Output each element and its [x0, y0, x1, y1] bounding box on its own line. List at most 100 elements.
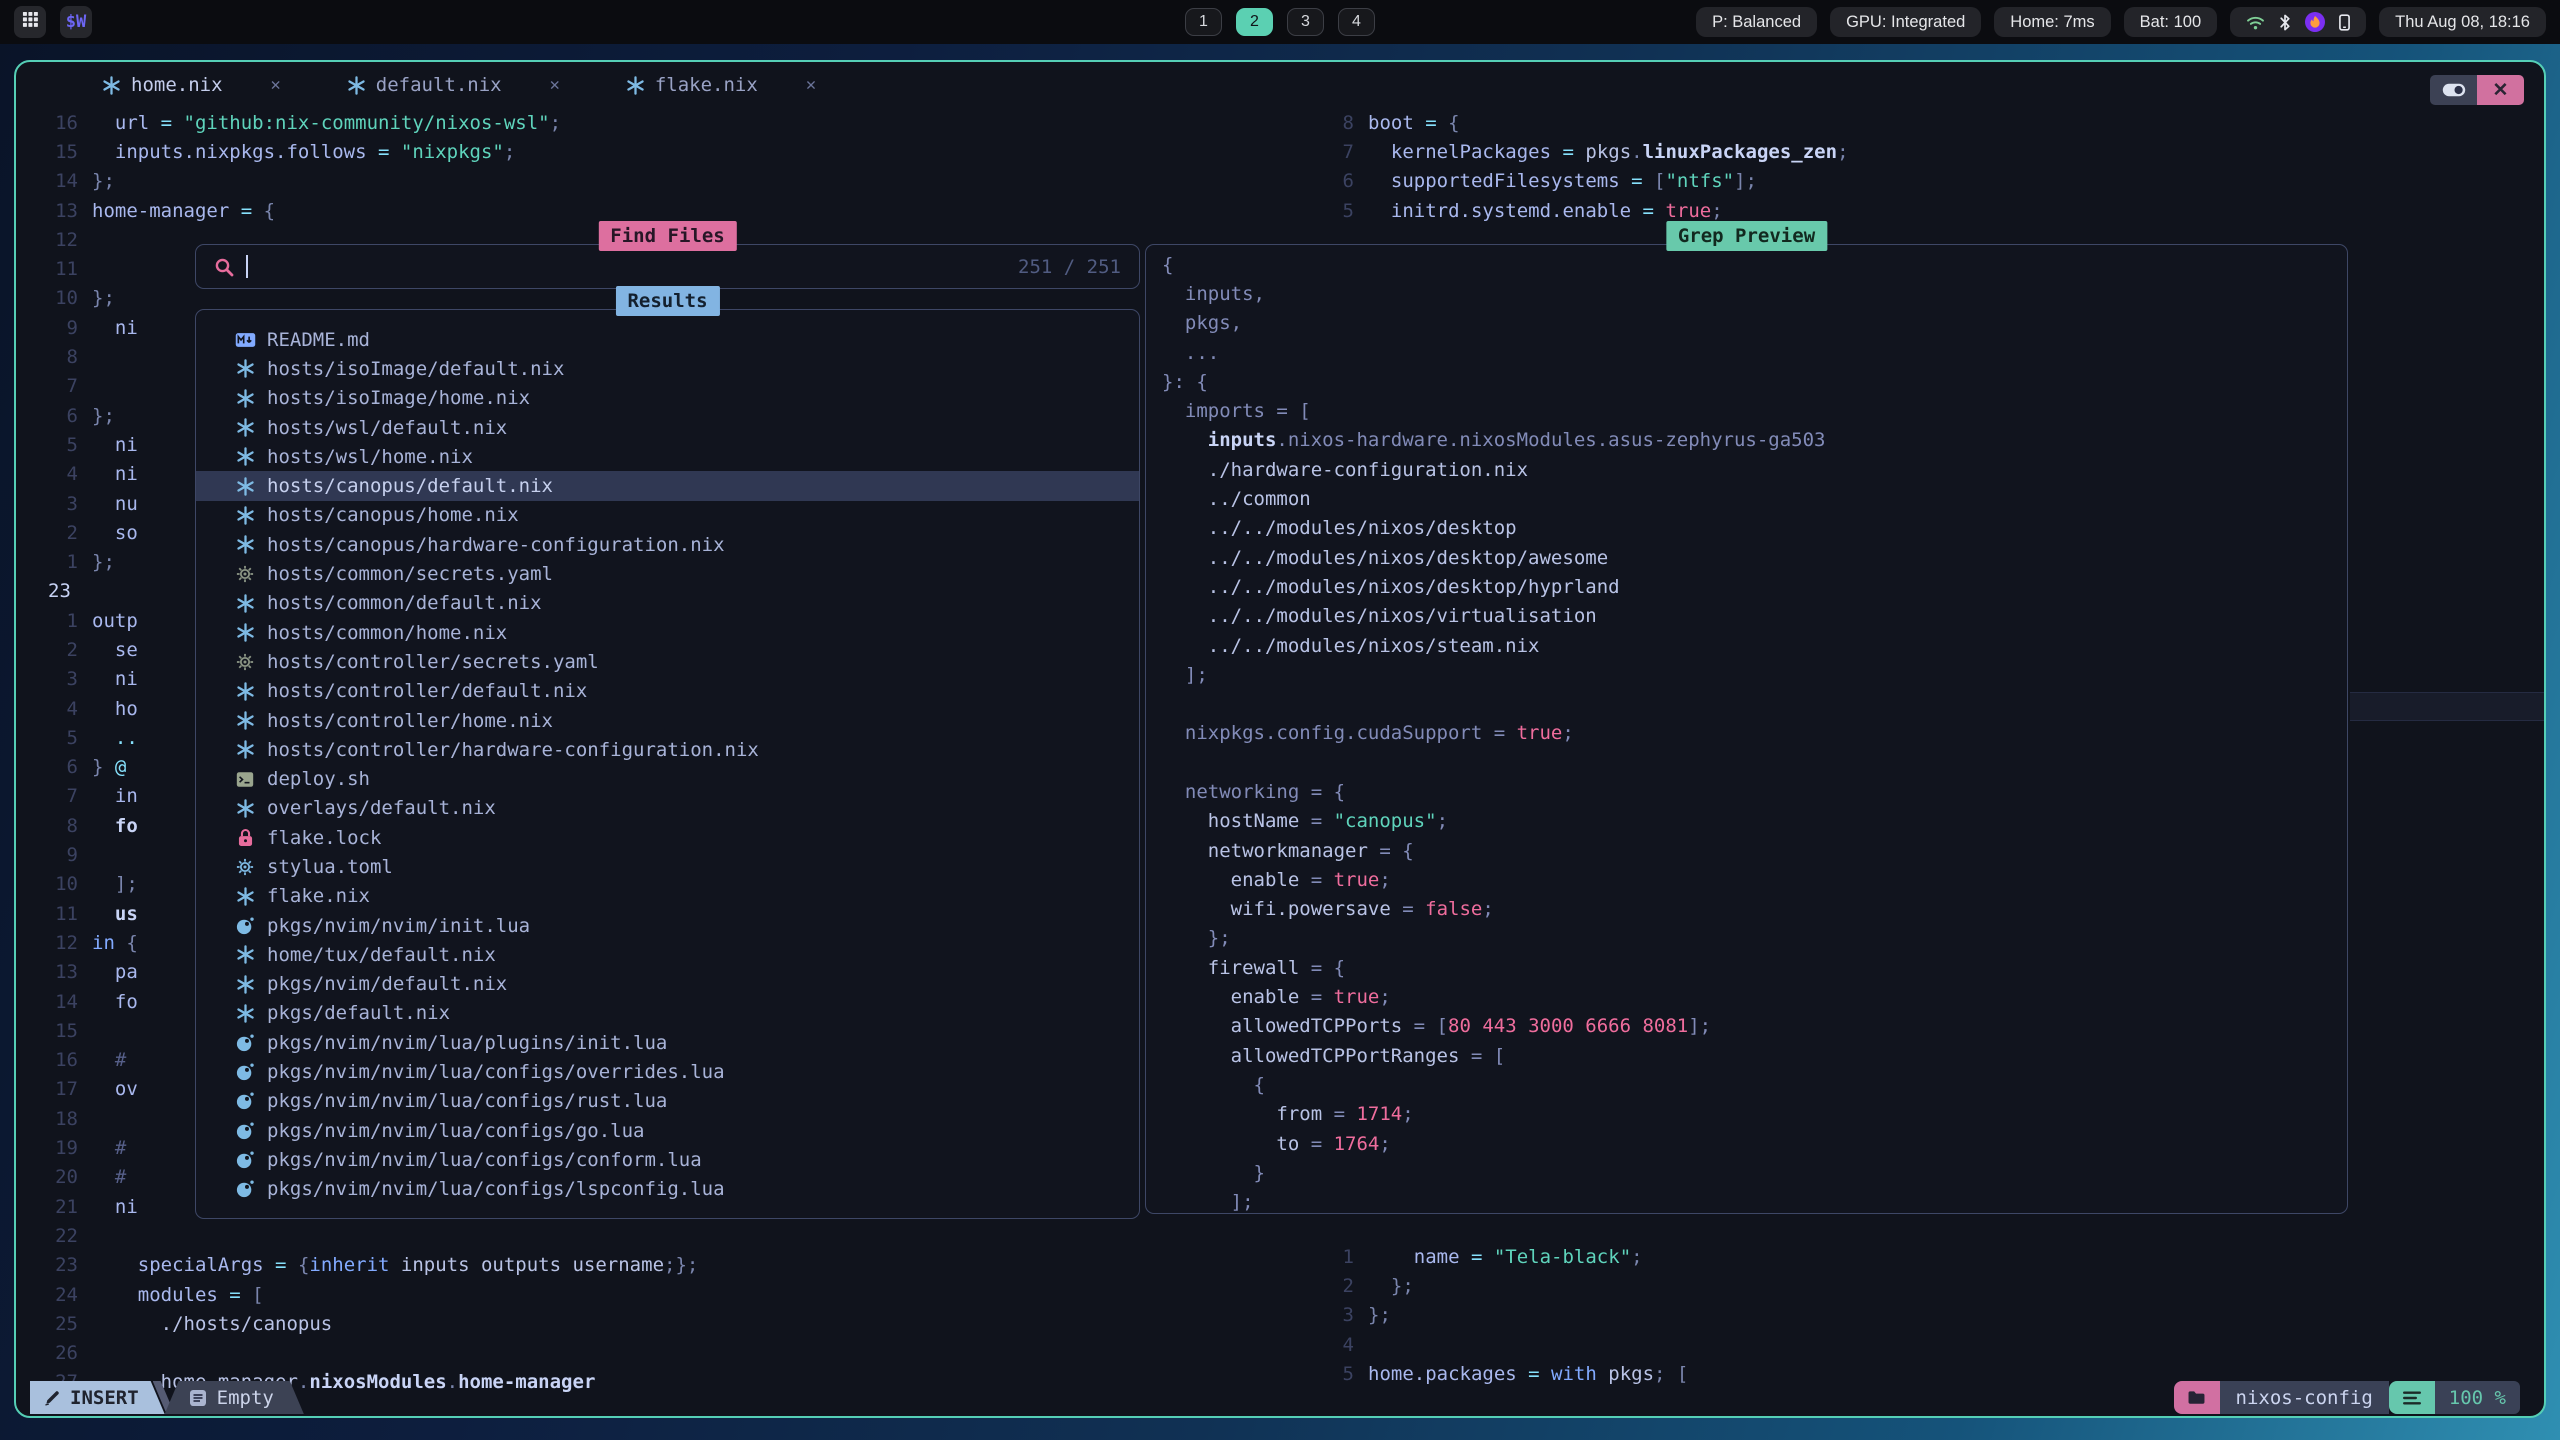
code-line: 1 name = "Tela-black"; — [1326, 1242, 1688, 1271]
preview-line: ... — [1162, 338, 1825, 367]
preview-line: ../../modules/nixos/steam.nix — [1162, 631, 1825, 660]
code-line: 7 kernelPackages = pkgs.linuxPackages_ze… — [1326, 137, 1849, 166]
result-item[interactable]: pkgs/nvim/nvim/lua/configs/go.lua — [196, 1116, 1139, 1145]
result-item[interactable]: hosts/isoImage/default.nix — [196, 354, 1139, 383]
result-item[interactable]: hosts/canopus/home.nix — [196, 501, 1139, 530]
workspace-logo-button[interactable]: $W — [60, 6, 92, 38]
result-item[interactable]: pkgs/nvim/default.nix — [196, 970, 1139, 999]
network-icon — [2246, 15, 2265, 30]
nix-file-icon — [234, 447, 256, 466]
result-item[interactable]: hosts/isoImage/home.nix — [196, 384, 1139, 413]
result-item[interactable]: hosts/wsl/default.nix — [196, 413, 1139, 442]
preview-line: wifi.powersave = false; — [1162, 895, 1825, 924]
result-item[interactable]: hosts/controller/default.nix — [196, 677, 1139, 706]
result-path: README.md — [267, 329, 370, 351]
close-icon: ✕ — [2493, 79, 2509, 102]
result-item[interactable]: hosts/controller/secrets.yaml — [196, 647, 1139, 676]
tab-default.nix[interactable]: default.nix ✕ — [347, 74, 560, 96]
launcher-button[interactable] — [14, 6, 46, 38]
nix-file-icon — [234, 594, 256, 613]
lua-file-icon — [234, 1063, 256, 1081]
statusline-left: INSERT Empty — [30, 1381, 304, 1414]
result-item[interactable]: hosts/controller/home.nix — [196, 706, 1139, 735]
result-path: hosts/common/default.nix — [267, 592, 542, 614]
result-path: pkgs/nvim/nvim/lua/plugins/init.lua — [267, 1032, 667, 1054]
results-title: Results — [615, 286, 719, 316]
result-path: pkgs/nvim/nvim/lua/configs/go.lua — [267, 1120, 645, 1142]
clock-pill: Thu Aug 08, 18:16 — [2379, 7, 2546, 37]
result-item[interactable]: stylua.toml — [196, 852, 1139, 881]
nix-file-icon — [234, 623, 256, 642]
grep-preview-title: Grep Preview — [1666, 221, 1827, 251]
result-item[interactable]: hosts/common/home.nix — [196, 618, 1139, 647]
code-line: 14}; — [30, 167, 698, 196]
result-item[interactable]: pkgs/nvim/nvim/lua/plugins/init.lua — [196, 1028, 1139, 1057]
results-list: README.mdhosts/isoImage/default.nixhosts… — [196, 310, 1139, 1204]
bluetooth-icon — [2279, 14, 2291, 31]
preview-line: hostName = "canopus"; — [1162, 807, 1825, 836]
result-item[interactable]: hosts/controller/hardware-configuration.… — [196, 735, 1139, 764]
close-tab-icon[interactable]: ✕ — [271, 75, 281, 95]
result-item[interactable]: hosts/common/default.nix — [196, 589, 1139, 618]
preview-line: enable = true; — [1162, 982, 1825, 1011]
close-window-button[interactable]: ✕ — [2477, 75, 2524, 105]
scroll-percent: 100 % — [2435, 1381, 2520, 1414]
scroll-segment — [2389, 1381, 2435, 1414]
result-item[interactable]: README.md — [196, 325, 1139, 354]
result-path: pkgs/default.nix — [267, 1002, 450, 1024]
code-line: 5home.packages = with pkgs; [ — [1326, 1359, 1688, 1388]
project-name: nixos-config — [2220, 1381, 2389, 1414]
statusline-right: nixos-config 100 % — [2174, 1381, 2520, 1414]
workspace-3[interactable]: 3 — [1287, 8, 1324, 36]
pin-toggle-button[interactable] — [2430, 75, 2477, 105]
result-item[interactable]: pkgs/nvim/nvim/init.lua — [196, 911, 1139, 940]
nix-file-icon — [234, 389, 256, 408]
code-line: 25 ./hosts/canopus — [30, 1309, 698, 1338]
preview-line: } — [1162, 1158, 1825, 1187]
term-file-icon — [234, 771, 256, 788]
workspace-4[interactable]: 4 — [1338, 8, 1375, 36]
result-item[interactable]: pkgs/nvim/nvim/lua/configs/overrides.lua — [196, 1057, 1139, 1086]
logo-text: $W — [66, 12, 86, 32]
result-item[interactable]: overlays/default.nix — [196, 794, 1139, 823]
workspace-1[interactable]: 1 — [1185, 8, 1222, 36]
results-panel: Results README.mdhosts/isoImage/default.… — [195, 309, 1140, 1219]
nix-file-icon — [234, 945, 256, 964]
preview-line: ../common — [1162, 484, 1825, 513]
system-tray[interactable] — [2230, 7, 2366, 37]
nix-file-icon — [234, 506, 256, 525]
tab-label: default.nix — [376, 74, 502, 96]
right-editor-pane-top[interactable]: 8boot = {7 kernelPackages = pkgs.linuxPa… — [1326, 108, 1849, 225]
result-item[interactable]: pkgs/default.nix — [196, 999, 1139, 1028]
tab-home.nix[interactable]: home.nix✕ — [102, 74, 281, 96]
result-item[interactable]: pkgs/nvim/nvim/lua/configs/lspconfig.lua — [196, 1175, 1139, 1204]
find-files-search-box[interactable]: Find Files 251 / 251 — [195, 244, 1140, 289]
result-item[interactable]: home/tux/default.nix — [196, 940, 1139, 969]
close-tab-icon[interactable]: ✕ — [806, 75, 816, 95]
preview-line: from = 1714; — [1162, 1100, 1825, 1129]
result-item[interactable]: hosts/wsl/home.nix — [196, 442, 1139, 471]
tab-flake.nix[interactable]: flake.nix ✕ — [626, 74, 816, 96]
lua-file-icon — [234, 1122, 256, 1140]
preview-line: { — [1162, 250, 1825, 279]
result-item[interactable]: pkgs/nvim/nvim/lua/configs/conform.lua — [196, 1145, 1139, 1174]
result-item[interactable]: hosts/common/secrets.yaml — [196, 559, 1139, 588]
result-item[interactable]: hosts/canopus/default.nix — [196, 471, 1139, 500]
lua-file-icon — [234, 1034, 256, 1052]
search-icon — [214, 257, 234, 277]
nix-file-icon — [234, 740, 256, 759]
result-item[interactable]: deploy.sh — [196, 764, 1139, 793]
text-cursor — [246, 255, 248, 278]
workspace-2[interactable]: 2 — [1236, 8, 1273, 36]
result-item[interactable]: pkgs/nvim/nvim/lua/configs/rust.lua — [196, 1087, 1139, 1116]
right-editor-pane-bottom[interactable]: 1 name = "Tela-black";2 };3};45home.pack… — [1326, 1242, 1688, 1388]
result-item[interactable]: flake.nix — [196, 882, 1139, 911]
code-line: 4 — [1326, 1330, 1688, 1359]
lua-file-icon — [234, 1180, 256, 1198]
close-tab-icon[interactable]: ✕ — [550, 75, 560, 95]
tab-label: flake.nix — [655, 74, 758, 96]
result-path: overlays/default.nix — [267, 797, 496, 819]
result-item[interactable]: flake.lock — [196, 823, 1139, 852]
preview-line: ]; — [1162, 1188, 1825, 1217]
result-item[interactable]: hosts/canopus/hardware-configuration.nix — [196, 530, 1139, 559]
